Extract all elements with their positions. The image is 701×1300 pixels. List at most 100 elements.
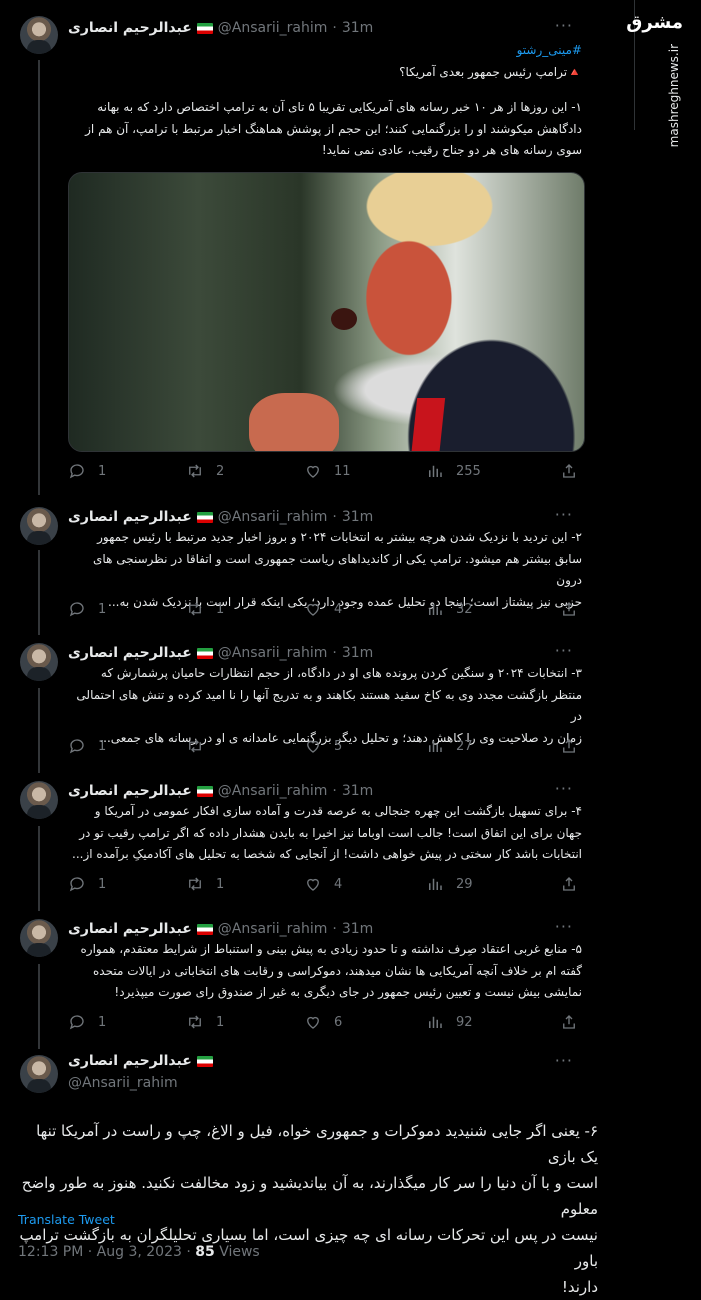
- reply-count: 1: [98, 463, 107, 479]
- share-icon[interactable]: [560, 462, 578, 480]
- tweet-time[interactable]: 31m: [342, 921, 373, 937]
- author-handle[interactable]: @Ansarii_rahim: [218, 20, 328, 36]
- tweet[interactable]: عبدالرحیم انصاری @Ansarii_rahim · 31m ··…: [0, 495, 635, 631]
- avatar[interactable]: [20, 1055, 58, 1093]
- reply-button[interactable]: 1: [68, 462, 106, 480]
- iran-flag-icon: [196, 923, 213, 935]
- avatar[interactable]: [20, 16, 58, 54]
- share-icon[interactable]: [560, 1013, 578, 1031]
- tweet-header: عبدالرحیم انصاری @Ansarii_rahim · 31m: [68, 20, 374, 36]
- views-total: 85: [195, 1244, 215, 1260]
- views-button[interactable]: 32: [426, 600, 473, 618]
- tweet[interactable]: عبدالرحیم انصاری @Ansarii_rahim · 31m ··…: [0, 0, 635, 495]
- tweet-line: 🔺ترامپ رئیس جمهور بعدی آمریکا؟: [399, 64, 582, 79]
- share-icon[interactable]: [560, 737, 578, 755]
- tweet-actions: 1 2 11 255: [68, 462, 582, 482]
- retweet-button[interactable]: [186, 737, 216, 755]
- tweet[interactable]: عبدالرحیم انصاری @Ansarii_rahim · 31m ··…: [0, 907, 635, 1043]
- author-handle[interactable]: @Ansarii_rahim: [218, 783, 328, 799]
- hashtag-link[interactable]: #مینی_رشتو: [68, 40, 582, 62]
- tweet-line: دادگاهش میکوشند او را بزرگنمایی کنند؛ ای…: [85, 121, 582, 136]
- views-button[interactable]: 29: [426, 875, 473, 893]
- tweet-meta: 12:13 PM · Aug 3, 2023 · 85 Views: [18, 1244, 260, 1260]
- translate-tweet-link[interactable]: Translate Tweet: [18, 1212, 115, 1227]
- more-options-button[interactable]: ···: [555, 641, 573, 660]
- like-button[interactable]: 4: [304, 600, 342, 618]
- avatar[interactable]: [20, 507, 58, 545]
- retweet-button[interactable]: 1: [186, 1013, 224, 1031]
- author-name[interactable]: عبدالرحیم انصاری: [68, 20, 192, 36]
- like-button[interactable]: 4: [304, 875, 342, 893]
- reply-button[interactable]: 1: [68, 737, 106, 755]
- tweet[interactable]: عبدالرحیم انصاری @Ansarii_rahim · 31m ··…: [0, 631, 635, 769]
- views-icon: [429, 465, 442, 477]
- reply-button[interactable]: 1: [68, 1013, 106, 1031]
- reply-button[interactable]: 1: [68, 600, 106, 618]
- tweet-time[interactable]: 31m: [342, 509, 373, 525]
- avatar[interactable]: [20, 919, 58, 957]
- author-handle[interactable]: @Ansarii_rahim: [218, 921, 328, 937]
- views-button[interactable]: 27: [426, 737, 473, 755]
- retweet-button[interactable]: 1: [186, 600, 224, 618]
- retweet-icon: [189, 1015, 201, 1029]
- avatar[interactable]: [20, 781, 58, 819]
- retweet-button[interactable]: 1: [186, 875, 224, 893]
- tweet-time[interactable]: 31m: [342, 20, 373, 36]
- author-name[interactable]: عبدالرحیم انصاری: [68, 783, 192, 799]
- reply-icon: [69, 739, 84, 754]
- views-button[interactable]: 92: [426, 1013, 473, 1031]
- share-icon[interactable]: [560, 875, 578, 893]
- like-count: 11: [334, 463, 351, 479]
- author-handle[interactable]: @Ansarii_rahim: [218, 509, 328, 525]
- views-count: 255: [456, 463, 481, 479]
- like-button[interactable]: 6: [304, 1013, 342, 1031]
- tweet-line: نمایشی بیش نیست و تعیین رئیس جمهور در جا…: [114, 985, 582, 999]
- views-count: 32: [456, 601, 473, 617]
- author-name[interactable]: عبدالرحیم انصاری: [68, 645, 192, 661]
- tweet-line: جهان برای این اتفاق است! جالب است اوباما…: [79, 825, 582, 840]
- author-handle[interactable]: @Ansarii_rahim: [68, 1075, 178, 1091]
- iran-flag-icon: [196, 1055, 213, 1067]
- views-icon: [429, 878, 442, 890]
- reply-count: 1: [98, 601, 107, 617]
- retweet-button[interactable]: 2: [186, 462, 224, 480]
- tweet-time[interactable]: 31m: [342, 783, 373, 799]
- like-count: 6: [334, 1014, 343, 1030]
- heart-icon: [307, 465, 319, 478]
- reply-button[interactable]: 1: [68, 875, 106, 893]
- reply-icon: [69, 877, 84, 892]
- avatar[interactable]: [20, 643, 58, 681]
- like-button[interactable]: 11: [304, 462, 351, 480]
- iran-flag-icon: [196, 511, 213, 523]
- tweet-line: [68, 83, 582, 97]
- retweet-count: 2: [216, 463, 225, 479]
- views-button[interactable]: 255: [426, 462, 481, 480]
- tweet-line: ۲- این تردید با نزدیک شدن هرچه بیشتر به …: [97, 530, 582, 544]
- reply-count: 1: [98, 876, 107, 892]
- views-count: 92: [456, 1014, 473, 1030]
- share-icon[interactable]: [560, 600, 578, 618]
- author-name[interactable]: عبدالرحیم انصاری: [68, 921, 192, 937]
- tweet[interactable]: عبدالرحیم انصاری @Ansarii_rahim · 31m ··…: [0, 769, 635, 907]
- tweet-time[interactable]: 31m: [342, 645, 373, 661]
- tweet-actions: 1 1 6 92: [68, 1013, 582, 1033]
- tweet-line: دارند!: [561, 1278, 598, 1296]
- views-icon: [429, 603, 442, 615]
- more-options-button[interactable]: ···: [555, 16, 573, 35]
- like-button[interactable]: 5: [304, 737, 342, 755]
- more-options-button[interactable]: ···: [555, 917, 573, 936]
- more-options-button[interactable]: ···: [555, 505, 573, 524]
- tweet-photo[interactable]: [68, 172, 585, 452]
- more-options-button[interactable]: ···: [555, 779, 573, 798]
- iran-flag-icon: [196, 785, 213, 797]
- iran-flag-icon: [196, 22, 213, 34]
- tweet-timestamp[interactable]: 12:13 PM · Aug 3, 2023 ·: [18, 1244, 191, 1260]
- author-name[interactable]: عبدالرحیم انصاری: [68, 1053, 192, 1069]
- author-name[interactable]: عبدالرحیم انصاری: [68, 509, 192, 525]
- photo-hand: [249, 393, 339, 451]
- more-options-button[interactable]: ···: [555, 1051, 573, 1070]
- tweet-header: عبدالرحیم انصاری @Ansarii_rahim · 31m: [68, 509, 374, 525]
- author-handle[interactable]: @Ansarii_rahim: [218, 645, 328, 661]
- heart-icon: [307, 740, 319, 753]
- reply-icon: [69, 1015, 84, 1030]
